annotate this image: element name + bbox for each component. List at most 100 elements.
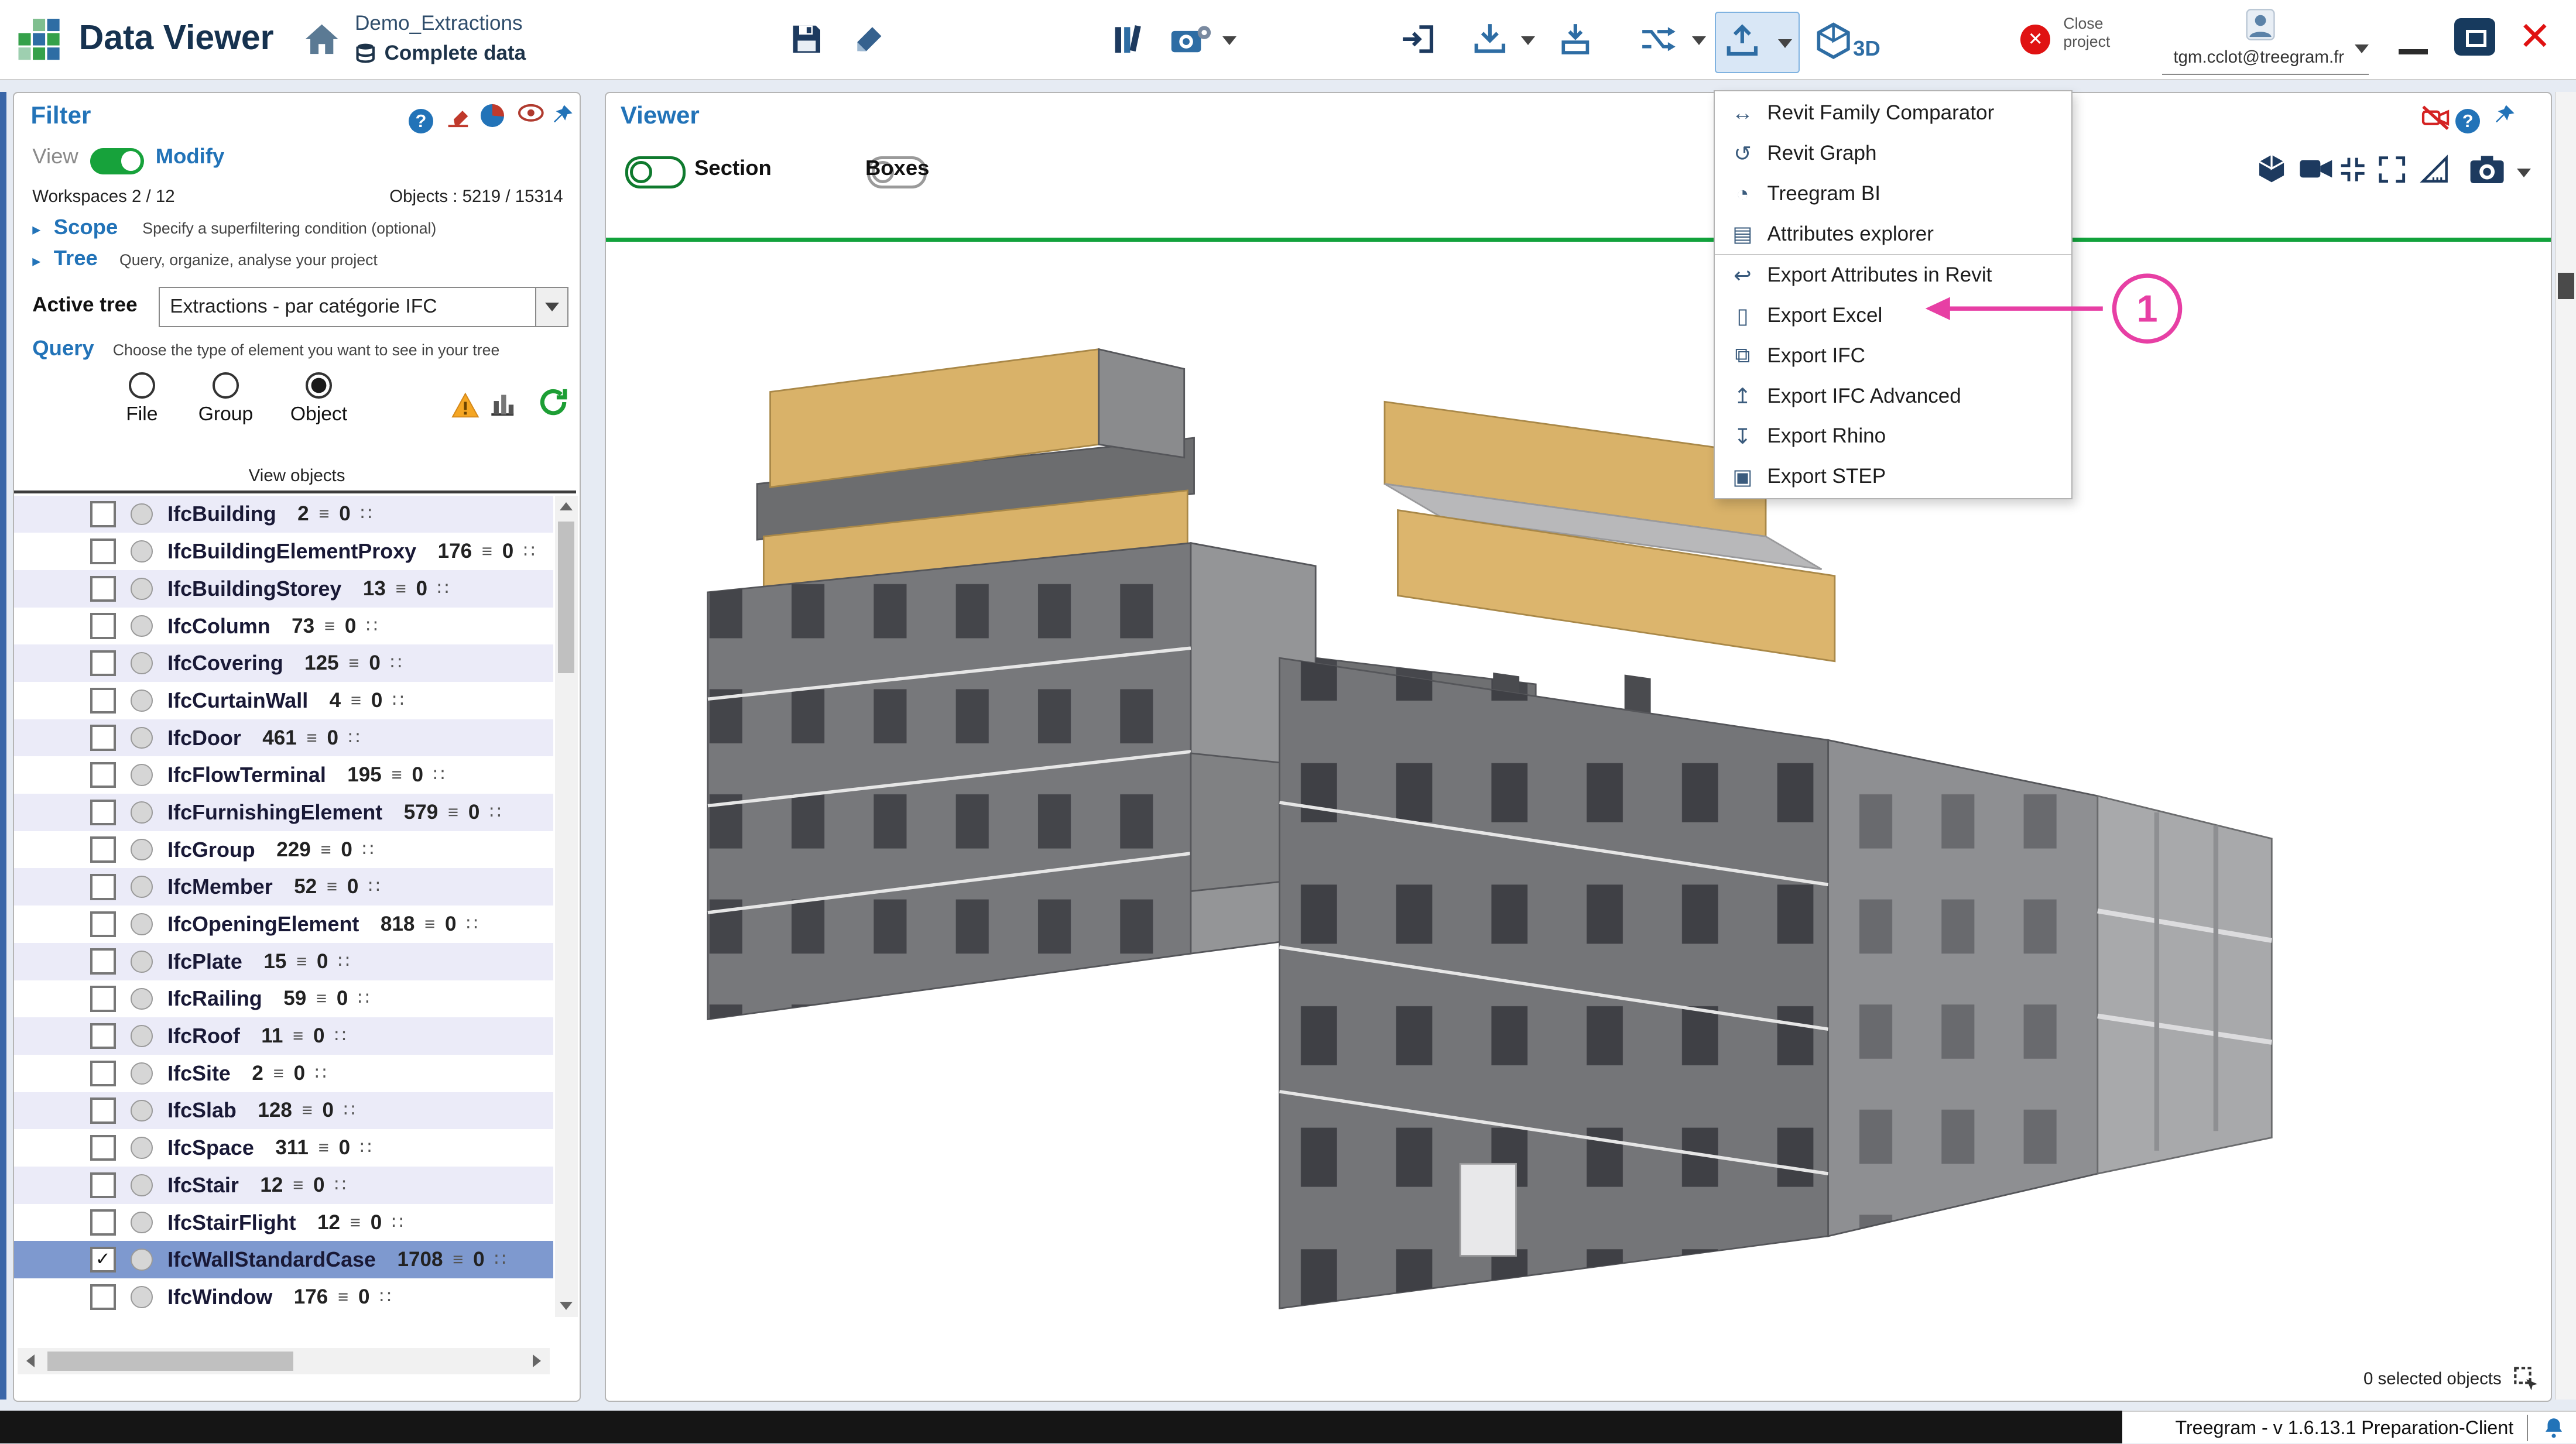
row-color-swatch[interactable] (131, 1137, 153, 1159)
list-horizontal-scrollbar[interactable] (18, 1348, 550, 1374)
row-checkbox[interactable] (90, 501, 116, 527)
tree-expander-icon[interactable]: ▸ (32, 251, 40, 270)
render-settings-caret-icon[interactable] (1222, 36, 1236, 45)
row-checkbox[interactable] (90, 688, 116, 714)
library-icon[interactable] (1111, 21, 1150, 60)
menu-item[interactable]: ↥ Export IFC Advanced (1715, 376, 2071, 416)
radio-group[interactable]: Group (198, 372, 254, 426)
table-row[interactable]: IfcSite 2 ≡ 0 ∷ (14, 1055, 553, 1092)
row-checkbox[interactable] (90, 539, 116, 564)
row-checkbox[interactable] (90, 911, 116, 937)
menu-item[interactable]: ↔ Revit Family Comparator (1715, 93, 2071, 133)
scroll-up-arrow[interactable] (555, 496, 578, 517)
scroll-left-arrow[interactable] (18, 1348, 44, 1374)
scope-section-label[interactable]: Scope (54, 215, 118, 239)
table-row[interactable]: IfcGroup 229 ≡ 0 ∷ (14, 831, 553, 869)
help-icon[interactable]: ? (2455, 103, 2492, 139)
shuffle-icon[interactable] (1639, 21, 1678, 60)
tree-section-label[interactable]: Tree (54, 246, 98, 270)
row-color-swatch[interactable] (131, 578, 153, 600)
home-icon[interactable] (302, 21, 341, 60)
row-checkbox[interactable] (90, 1135, 116, 1161)
table-row[interactable]: IfcBuildingStorey 13 ≡ 0 ∷ (14, 570, 553, 608)
row-color-swatch[interactable] (131, 615, 153, 637)
row-checkbox[interactable] (90, 725, 116, 750)
row-color-swatch[interactable] (131, 1174, 153, 1196)
table-row[interactable]: IfcDoor 461 ≡ 0 ∷ (14, 719, 553, 757)
row-color-swatch[interactable] (131, 951, 153, 973)
close-project-label[interactable]: Close project (2063, 15, 2142, 50)
menu-item[interactable]: ↧ Export Rhino (1715, 416, 2071, 457)
section-toggle[interactable] (625, 156, 686, 188)
table-row[interactable]: IfcWallStandardCase 1708 ≡ 0 ∷ (14, 1241, 553, 1278)
user-account-widget[interactable]: tgm.cclot@treegram.fr (2162, 5, 2369, 75)
row-color-swatch[interactable] (131, 876, 153, 898)
table-row[interactable]: IfcColumn 73 ≡ 0 ∷ (14, 608, 553, 645)
table-row[interactable]: IfcSlab 128 ≡ 0 ∷ (14, 1092, 553, 1130)
row-checkbox[interactable] (90, 1023, 116, 1049)
table-row[interactable]: IfcRoof 11 ≡ 0 ∷ (14, 1017, 553, 1055)
download-file-icon[interactable] (1557, 21, 1597, 60)
row-checkbox[interactable] (90, 762, 116, 788)
pin-icon[interactable] (550, 103, 576, 129)
camera-off-icon[interactable] (2419, 103, 2455, 139)
radio-file[interactable]: File (126, 372, 157, 426)
row-color-swatch[interactable] (131, 690, 153, 712)
table-row[interactable]: IfcCurtainWall 4 ≡ 0 ∷ (14, 682, 553, 719)
row-checkbox[interactable] (90, 613, 116, 639)
table-row[interactable]: IfcMember 52 ≡ 0 ∷ (14, 868, 553, 905)
row-checkbox[interactable] (90, 1172, 116, 1198)
select-objects-icon[interactable] (2512, 1364, 2541, 1394)
scrollbar-thumb[interactable] (2558, 273, 2574, 299)
page-vertical-scrollbar[interactable] (2555, 92, 2576, 1400)
pin-icon[interactable] (2492, 103, 2528, 139)
row-color-swatch[interactable] (131, 540, 153, 562)
row-checkbox[interactable] (90, 874, 116, 900)
notifications-bell-icon[interactable] (2541, 1415, 2566, 1440)
row-color-swatch[interactable] (131, 1286, 153, 1308)
row-checkbox[interactable] (90, 1247, 116, 1272)
row-checkbox[interactable] (90, 650, 116, 676)
list-vertical-scrollbar[interactable] (555, 496, 578, 1317)
pie-chart-icon[interactable] (481, 103, 507, 129)
measure-icon[interactable] (2419, 154, 2455, 190)
snapshot-camera-icon[interactable] (2469, 154, 2505, 190)
eraser-icon[interactable] (445, 103, 471, 129)
row-color-swatch[interactable] (131, 727, 153, 749)
row-checkbox[interactable] (90, 576, 116, 602)
row-color-swatch[interactable] (131, 913, 153, 935)
row-checkbox[interactable] (90, 836, 116, 862)
table-row[interactable]: IfcStair 12 ≡ 0 ∷ (14, 1167, 553, 1204)
row-color-swatch[interactable] (131, 1062, 153, 1085)
row-color-swatch[interactable] (131, 764, 153, 786)
row-color-swatch[interactable] (131, 652, 153, 674)
fullscreen-icon[interactable] (2376, 154, 2413, 190)
export-upload-button[interactable] (1715, 12, 1799, 73)
table-row[interactable]: IfcSpace 311 ≡ 0 ∷ (14, 1129, 553, 1167)
row-color-swatch[interactable] (131, 1100, 153, 1122)
menu-item[interactable]: ↺ Revit Graph (1715, 133, 2071, 174)
scroll-down-arrow[interactable] (555, 1295, 578, 1316)
menu-item[interactable]: ▣ Export STEP (1715, 457, 2071, 497)
row-color-swatch[interactable] (131, 1025, 153, 1047)
scope-expander-icon[interactable]: ▸ (32, 219, 40, 239)
table-row[interactable]: IfcFurnishingElement 579 ≡ 0 ∷ (14, 794, 553, 831)
snapshot-caret-icon[interactable] (2517, 169, 2531, 177)
window-close-button[interactable]: ✕ (2519, 13, 2551, 59)
row-color-swatch[interactable] (131, 988, 153, 1010)
row-checkbox[interactable] (90, 1209, 116, 1235)
scrollbar-thumb[interactable] (558, 522, 574, 673)
row-checkbox[interactable] (90, 800, 116, 825)
scroll-right-arrow[interactable] (523, 1348, 550, 1374)
render-settings-icon[interactable] (1170, 21, 1209, 60)
table-row[interactable]: IfcRailing 59 ≡ 0 ∷ (14, 980, 553, 1018)
help-icon[interactable]: ? (409, 103, 435, 129)
hierarchy-chart-icon[interactable] (488, 389, 518, 419)
menu-item[interactable]: ↩ Export Attributes in Revit (1715, 255, 2071, 296)
shuffle-caret-icon[interactable] (1692, 36, 1706, 45)
eye-icon[interactable] (517, 103, 543, 129)
table-row[interactable]: IfcFlowTerminal 195 ≡ 0 ∷ (14, 756, 553, 794)
active-tree-select[interactable]: Extractions - par catégorie IFC (159, 287, 568, 327)
scrollbar-thumb[interactable] (47, 1352, 294, 1371)
save-icon[interactable] (789, 21, 828, 60)
